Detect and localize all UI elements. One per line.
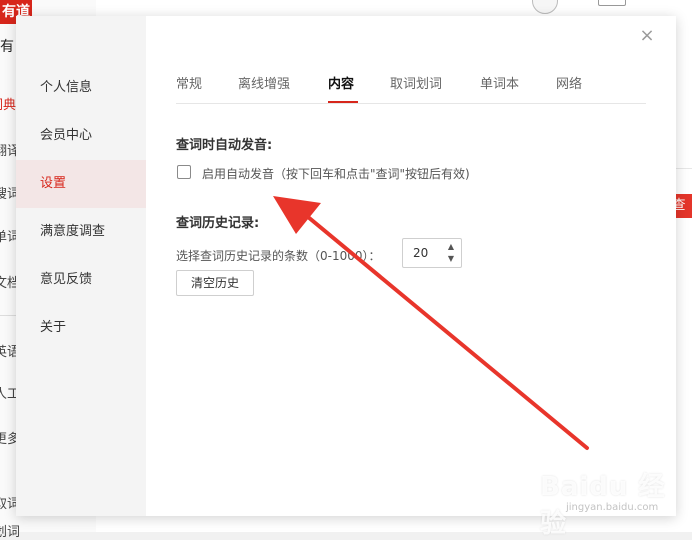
- tab-content[interactable]: 内容: [328, 73, 354, 92]
- watermark-url: jingyan.baidu.com: [566, 502, 659, 513]
- sidebar-item-feedback[interactable]: 意见反馈: [16, 256, 146, 304]
- chevron-down-icon[interactable]: ▼: [445, 253, 457, 265]
- history-count-stepper[interactable]: 20 ▲ ▼: [402, 238, 462, 268]
- auto-pronounce-checkbox[interactable]: [177, 165, 191, 179]
- auto-pronounce-title: 查词时自动发音:: [176, 138, 273, 153]
- sidebar-item-about[interactable]: 关于: [16, 304, 146, 352]
- sidebar-item-membership[interactable]: 会员中心: [16, 112, 146, 160]
- history-count-value[interactable]: 20: [413, 239, 428, 267]
- bg-nav-item[interactable]: 词典: [0, 94, 16, 113]
- tab-general[interactable]: 常规: [176, 73, 202, 92]
- history-count-label: 选择查词历史记录的条数（0-1000）：: [176, 249, 381, 263]
- sidebar-item-profile[interactable]: 个人信息: [16, 64, 146, 112]
- sidebar-item-survey[interactable]: 满意度调查: [16, 208, 146, 256]
- settings-tabs: 常规 离线增强 内容 取词划词 单词本 网络: [176, 73, 646, 104]
- close-icon[interactable]: ×: [637, 26, 657, 46]
- history-title: 查词历史记录:: [176, 216, 260, 231]
- settings-sidebar: 个人信息 会员中心 设置 满意度调查 意见反馈 关于: [16, 16, 146, 516]
- tab-word-capture[interactable]: 取词划词: [390, 73, 442, 92]
- tab-wordbook[interactable]: 单词本: [480, 73, 519, 92]
- sidebar-item-settings[interactable]: 设置: [16, 160, 146, 208]
- chevron-up-icon[interactable]: ▲: [445, 241, 457, 253]
- bg-nav-item[interactable]: 划词: [0, 521, 20, 540]
- tab-offline[interactable]: 离线增强: [238, 73, 290, 92]
- window-control-box[interactable]: [598, 0, 626, 6]
- settings-dialog: 个人信息 会员中心 设置 满意度调查 意见反馈 关于 × 常规 离线增强 内容 …: [16, 16, 676, 516]
- tab-network[interactable]: 网络: [556, 73, 582, 92]
- app-brand-text: 有: [0, 39, 14, 55]
- active-tab-indicator: [328, 101, 358, 103]
- auto-pronounce-label[interactable]: 启用自动发音（按下回车和点击"查词"按钮后有效): [202, 165, 470, 182]
- clear-history-button[interactable]: 清空历史: [176, 270, 254, 296]
